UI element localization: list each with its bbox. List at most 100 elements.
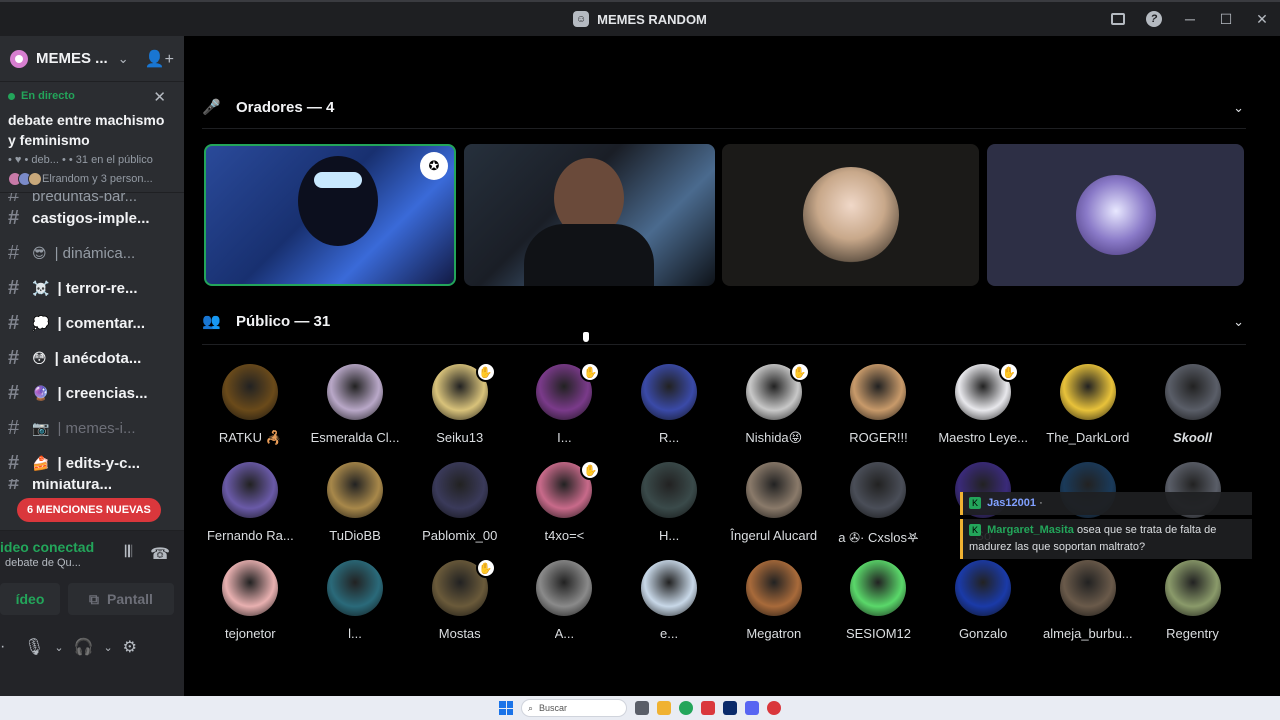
channel-emoji: 💭 [32, 315, 50, 331]
app-icon[interactable] [701, 701, 715, 715]
audience-member[interactable]: A... [512, 560, 617, 658]
audience-member[interactable]: Regentry [1140, 560, 1245, 658]
channel-item[interactable]: # 💭 | comentar... [8, 306, 176, 341]
chevron-down-icon[interactable]: ⌄ [1233, 100, 1244, 116]
audience-member[interactable]: ✋ Maestro Leye... [931, 362, 1036, 462]
chevron-down-icon[interactable]: ⌄ [1233, 314, 1244, 330]
channel-item[interactable]: # 🔮 | creencias... [8, 376, 176, 411]
server-header[interactable]: MEMES ... ⌄ 👤+ [0, 36, 184, 82]
video-button[interactable]: ídeo [0, 583, 60, 615]
channel-item[interactable]: # 🍰 | edits-y-c... [8, 446, 176, 481]
chevron-down-icon[interactable]: ⌄ [54, 641, 63, 654]
discord-icon[interactable] [745, 701, 759, 715]
channel-item[interactable]: # ☠️ | terror-re... [8, 271, 176, 306]
screen-share-icon: ⧉ [89, 590, 100, 607]
disconnect-icon[interactable]: ☎ [150, 544, 170, 564]
hash-icon: # [8, 312, 20, 334]
audience-member[interactable]: e... [617, 560, 722, 658]
speaker-tile[interactable] [987, 144, 1244, 286]
screen-share-button[interactable]: ⧉ Pantall [68, 583, 174, 615]
inbox-icon[interactable] [1100, 13, 1136, 25]
divider [202, 344, 1246, 345]
chevron-down-icon[interactable]: ⌄ [118, 51, 129, 67]
task-view-icon[interactable] [635, 701, 649, 715]
chrome-icon[interactable] [679, 701, 693, 715]
participant-avatars [8, 172, 42, 186]
chat-username: Jas12001 [987, 497, 1037, 509]
minimize-button[interactable]: ─ [1172, 11, 1208, 27]
raised-hand-icon: ✋ [999, 362, 1020, 382]
close-button[interactable]: ✕ [1244, 11, 1280, 28]
audience-member[interactable]: TuDioBB [303, 462, 408, 560]
live-dot-icon [8, 92, 15, 100]
live-stage-card[interactable]: En directo ✕ debate entre machismo y fem… [0, 82, 184, 193]
invite-people-icon[interactable]: 👤+ [145, 49, 174, 69]
audience-name: Mostas [438, 626, 481, 641]
taskbar-search[interactable]: ⌕ Buscar [521, 699, 627, 717]
file-explorer-icon[interactable] [657, 701, 671, 715]
audience-member[interactable]: Fernando Ra... [198, 462, 303, 560]
speaker-tile[interactable] [722, 144, 979, 286]
headphones-icon[interactable]: 🎧 [74, 637, 94, 657]
app-icon[interactable] [767, 701, 781, 715]
audience-member[interactable]: Îngerul Alucard [721, 462, 826, 560]
windows-start-icon[interactable] [499, 701, 513, 715]
audience-member[interactable]: Pablomix_00 [407, 462, 512, 560]
audience-member[interactable]: a ✇· Cxslos𖤐 [826, 462, 931, 560]
channel-label: | dinámica... [54, 245, 136, 262]
soundboard-icon[interactable]: 𝄃𝄃 [125, 544, 132, 564]
audience-member[interactable]: ✋ I... [512, 362, 617, 462]
audience-member[interactable]: ✋ t4xo=< [512, 460, 617, 560]
channel-item[interactable]: # 😳 | anécdota... [8, 341, 176, 376]
channel-item[interactable]: # miniatura... [8, 479, 176, 489]
avatar [850, 364, 907, 420]
audience-header[interactable]: 👥 Público — 31 [202, 312, 330, 331]
audience-name: R... [658, 430, 680, 445]
voice-channel-name[interactable]: debate de Qu... [5, 557, 125, 569]
maximize-button[interactable]: ☐ [1208, 11, 1244, 28]
avatar [1059, 364, 1116, 420]
audience-member[interactable]: R... [617, 364, 722, 462]
hash-icon: # [8, 277, 20, 299]
audience-name: Pablomix_00 [422, 528, 498, 543]
microphone-icon[interactable]: 🎙 [24, 637, 44, 657]
channel-label: | anécdota... [54, 350, 142, 367]
audience-member[interactable]: RATKU 🦂 [198, 364, 303, 462]
audience-member[interactable]: almeja_burbu... [1036, 560, 1141, 658]
new-mentions-badge[interactable]: 6 MENCIONES NUEVAS [17, 498, 161, 522]
audience-member[interactable]: ✋ Nishida😝 [721, 362, 826, 462]
app-icon: ☺ [573, 11, 590, 27]
channel-item[interactable]: # 😎 | dinámica... [8, 236, 176, 271]
audience-name: e... [660, 626, 679, 641]
audience-member[interactable]: Megatron [721, 560, 826, 658]
audience-member[interactable]: Esmeralda Cl... [303, 364, 408, 462]
channel-item[interactable]: # castigos-imple... [8, 201, 176, 236]
speaker-tile[interactable] [464, 144, 715, 286]
audience-member[interactable]: SESIOM12 [826, 560, 931, 658]
audience-member[interactable]: H... [617, 462, 722, 560]
speaker-tile[interactable]: ✪ [204, 144, 456, 286]
avatar [1059, 560, 1116, 616]
close-icon[interactable]: ✕ [153, 88, 166, 106]
search-icon: ⌕ [528, 702, 534, 713]
photoshop-icon[interactable] [723, 701, 737, 715]
audience-member[interactable]: Skooll [1140, 364, 1245, 462]
server-logo-icon [10, 49, 28, 68]
audience-member[interactable]: l... [303, 560, 408, 658]
channel-item[interactable]: # 📷 | memes-i... [8, 411, 176, 446]
help-icon[interactable]: ? [1136, 11, 1172, 27]
channel-emoji: ☠️ [32, 280, 50, 296]
audience-member[interactable]: ROGER!!! [826, 364, 931, 462]
audience-member[interactable]: ✋ Mostas [407, 558, 512, 658]
audience-member[interactable]: ✋ Seiku13 [407, 362, 512, 462]
speakers-header[interactable]: 🎤 Oradores — 4 [202, 98, 334, 117]
audience-member[interactable]: The_DarkLord [1036, 364, 1141, 462]
channel-emoji: 📷 [32, 420, 50, 436]
avatar [641, 462, 698, 518]
settings-gear-icon[interactable]: ⚙ [123, 637, 137, 657]
audience-member[interactable]: tejonetor [198, 560, 303, 658]
voice-status[interactable]: ideo conectad [0, 539, 125, 555]
audience-member[interactable]: Gonzalo [931, 560, 1036, 658]
chevron-down-icon[interactable]: ⌄ [103, 641, 112, 654]
audience-name: The_DarkLord [1046, 430, 1130, 445]
